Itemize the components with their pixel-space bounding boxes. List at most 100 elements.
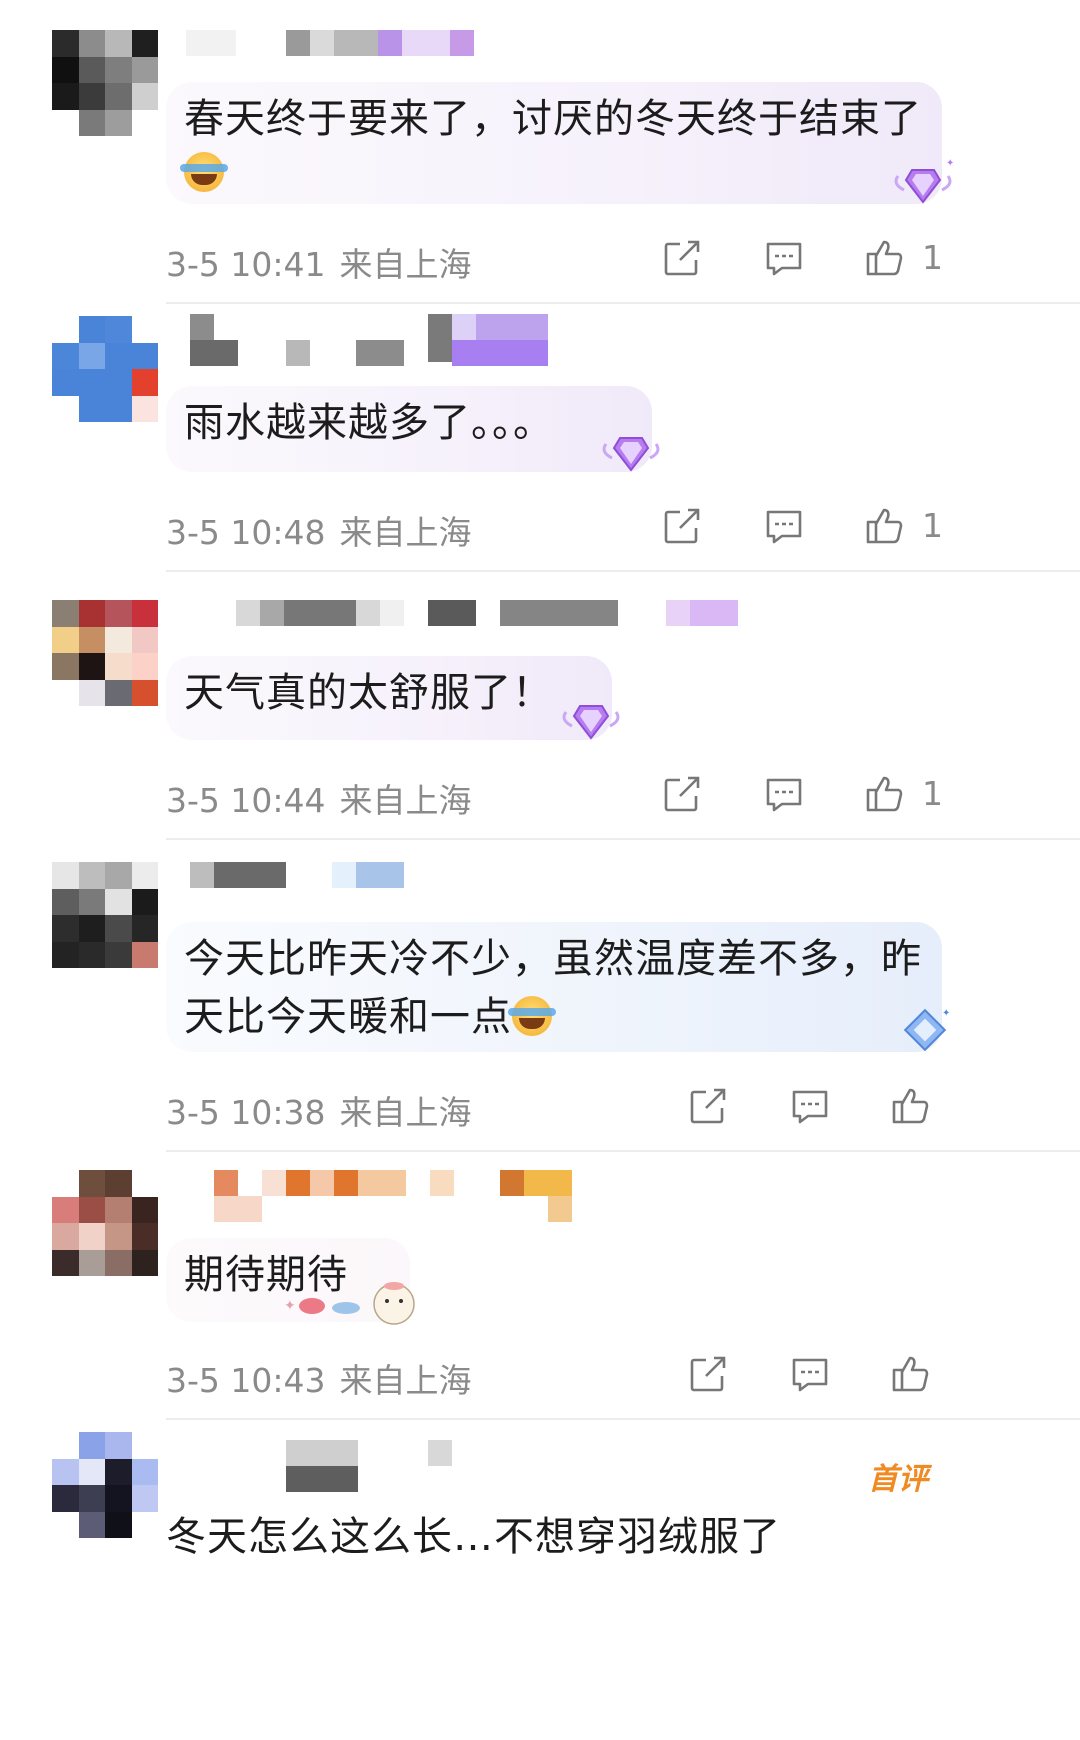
avatar-pixel <box>105 1511 132 1538</box>
comment-time: 3-5 10:48 <box>166 513 326 552</box>
comment-meta: 3-5 10:41 来自上海 <box>166 238 472 286</box>
avatar-pixel <box>78 316 105 343</box>
share-icon[interactable] <box>686 1352 730 1396</box>
avatar-pixel <box>78 888 105 915</box>
avatar-pixel <box>105 30 132 57</box>
share-icon[interactable] <box>660 772 704 816</box>
avatar-pixel <box>78 626 105 653</box>
avatar-pixel <box>131 653 158 680</box>
comment-bubble: 春天终于要来了，讨厌的冬天终于结束了 <box>166 82 942 204</box>
avatar-pixel <box>52 30 79 57</box>
avatar-pixel <box>131 915 158 942</box>
avatar-pixel <box>78 1249 105 1276</box>
comment-text: 春天终于要来了，讨厌的冬天终于结束了 <box>184 96 922 142</box>
avatar-pixel <box>131 342 158 369</box>
avatar-pixel <box>105 862 132 889</box>
avatar-pixel <box>52 1196 79 1223</box>
comment-time: 3-5 10:38 <box>166 1093 326 1132</box>
avatar-pixel <box>78 1432 105 1459</box>
comment-text: 冬天怎么这么长…不想穿羽绒服了 <box>166 1514 781 1560</box>
thumbs-up-icon[interactable] <box>888 1352 932 1396</box>
avatar-pixel <box>52 1249 79 1276</box>
avatar-pixel <box>131 395 158 422</box>
thumbs-up-icon[interactable] <box>888 1084 932 1128</box>
comment-icon[interactable] <box>762 504 806 548</box>
like-count: 1 <box>922 238 943 277</box>
thumbs-up-icon[interactable] <box>862 236 906 280</box>
avatar-pixel <box>131 83 158 110</box>
avatar-pixel <box>105 56 132 83</box>
svg-text:✦: ✦ <box>942 1008 950 1019</box>
comment-icon[interactable] <box>788 1084 832 1128</box>
share-icon[interactable] <box>660 236 704 280</box>
thumbs-up-icon[interactable] <box>862 772 906 816</box>
comment-time: 3-5 10:44 <box>166 781 326 820</box>
avatar-pixel <box>131 1170 158 1197</box>
avatar-pixel <box>105 653 132 680</box>
avatar-pixel <box>78 1170 105 1197</box>
share-icon[interactable] <box>686 1084 730 1128</box>
comment-location: 来自上海 <box>339 781 472 820</box>
avatar-pixel <box>78 679 105 706</box>
laughing-crying-emoji-icon <box>180 152 228 192</box>
comment-location: 来自上海 <box>339 513 472 552</box>
avatar-pixel <box>105 342 132 369</box>
avatar-pixel <box>52 1458 79 1485</box>
avatar-pixel <box>78 862 105 889</box>
avatar-pixel <box>105 1249 132 1276</box>
comment-meta: 3-5 10:44 来自上海 <box>166 774 472 822</box>
avatar[interactable] <box>52 862 158 968</box>
avatar-pixel <box>52 1511 79 1538</box>
comment-bubble: 天气真的太舒服了！ <box>166 656 612 740</box>
diamond-vip-badge-icon: ✦ <box>894 158 954 204</box>
avatar[interactable] <box>52 1432 158 1538</box>
avatar-pixel <box>105 316 132 343</box>
comment-icon[interactable] <box>788 1352 832 1396</box>
avatar-pixel <box>52 395 79 422</box>
avatar-pixel <box>78 83 105 110</box>
divider <box>166 838 1080 840</box>
comment-location: 来自上海 <box>339 245 472 284</box>
comment-bubble: 雨水越来越多了。。。 <box>166 386 652 472</box>
avatar-pixel <box>105 600 132 627</box>
avatar-pixel <box>52 679 79 706</box>
avatar[interactable] <box>52 600 158 706</box>
avatar-pixel <box>52 316 79 343</box>
comment-meta: 3-5 10:43 来自上海 <box>166 1354 472 1402</box>
avatar-pixel <box>131 862 158 889</box>
avatar-pixel <box>105 109 132 136</box>
avatar-pixel <box>131 679 158 706</box>
avatar[interactable] <box>52 1170 158 1276</box>
divider <box>166 1150 1080 1152</box>
thumbs-up-icon[interactable] <box>862 504 906 548</box>
avatar-pixel <box>131 600 158 627</box>
comment-icon[interactable] <box>762 236 806 280</box>
avatar-pixel <box>131 1458 158 1485</box>
first-comment-tag: 首评 <box>868 1462 928 1497</box>
avatar-pixel <box>52 56 79 83</box>
divider <box>166 302 1080 304</box>
divider <box>166 1418 1080 1420</box>
avatar-pixel <box>52 369 79 396</box>
avatar[interactable] <box>52 30 158 136</box>
avatar-pixel <box>78 1223 105 1250</box>
cute-animal-sticker-icon: ✦ <box>284 1282 415 1325</box>
avatar-pixel <box>78 600 105 627</box>
comment-meta: 3-5 10:48 来自上海 <box>166 506 472 554</box>
svg-text:✦: ✦ <box>946 158 954 169</box>
avatar-pixel <box>105 1485 132 1512</box>
avatar-pixel <box>52 1485 79 1512</box>
comment-icon[interactable] <box>762 772 806 816</box>
avatar-pixel <box>78 1511 105 1538</box>
avatar-pixel <box>131 30 158 57</box>
avatar-pixel <box>78 342 105 369</box>
avatar-pixel <box>131 888 158 915</box>
share-icon[interactable] <box>660 504 704 548</box>
avatar[interactable] <box>52 316 158 422</box>
comment-meta: 3-5 10:38 来自上海 <box>166 1086 472 1134</box>
avatar-pixel <box>105 626 132 653</box>
svg-text:✦: ✦ <box>284 1298 296 1314</box>
avatar-pixel <box>52 915 79 942</box>
avatar-pixel <box>131 316 158 343</box>
comment-text: 雨水越来越多了。。。 <box>184 400 554 446</box>
